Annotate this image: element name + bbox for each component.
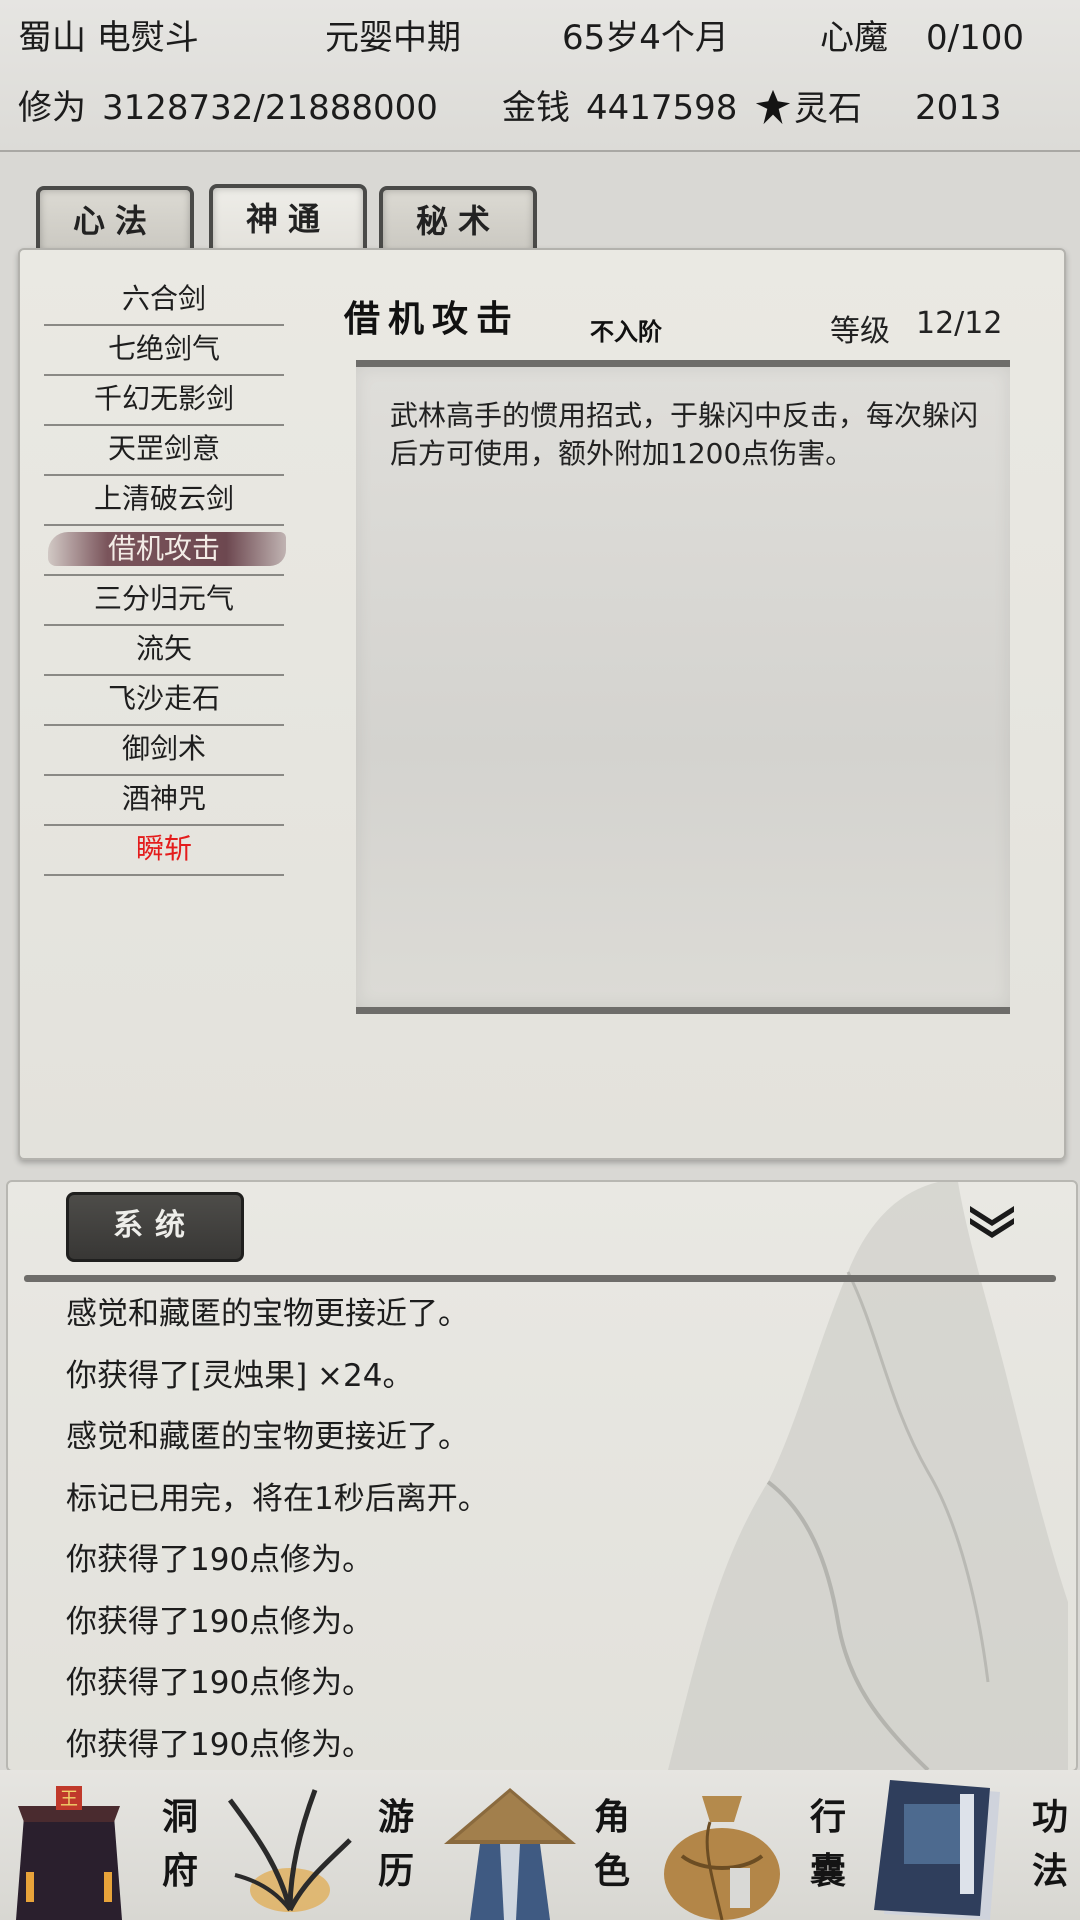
skill-label: 瞬斩 [135,832,192,865]
skill-description-box: 武林高手的惯用招式，于躲闪中反击，每次躲闪后方可使用，额外附加1200点伤害。 [356,360,1010,1014]
nav-label-top: 功 [1031,1796,1068,1838]
log-line: 感觉和藏匿的宝物更接近了。 [66,1419,469,1455]
skill-level-label: 等级 [830,314,890,349]
spirit-stone-label: 灵石 [794,89,862,129]
skill-label: 六合剑 [121,282,206,315]
nav-bag[interactable]: 行 囊 [648,1770,864,1920]
log-list: 感觉和藏匿的宝物更接近了。 你获得了[灵烛果] ×24。 感觉和藏匿的宝物更接近… [66,1284,489,1776]
mountain-ink-background [668,1182,1068,1770]
skill-item[interactable]: 三分归元气 [44,576,284,626]
character-straw-hat-icon [444,1788,576,1920]
cultivation-label: 修为 [18,88,86,128]
nav-label-bottom: 囊 [809,1850,846,1892]
skill-item-special[interactable]: 瞬斩 [44,826,284,876]
skill-item[interactable]: 天罡剑意 [44,426,284,476]
skill-item-selected[interactable]: 借机攻击 [44,526,286,576]
log-divider [24,1275,1056,1282]
nav-label-top: 游 [377,1796,414,1838]
spirit-stone-value: 2013 [915,88,1002,128]
skill-item[interactable]: 七绝剑气 [44,326,284,376]
skill-label: 上清破云剑 [93,482,234,515]
nav-label-bottom: 府 [161,1850,198,1892]
log-line: 你获得了190点修为。 [66,1726,374,1763]
skill-level-value: 12/12 [916,306,1003,341]
skill-item[interactable]: 御剑术 [44,726,284,776]
log-line: 你获得了190点修为。 [66,1542,374,1578]
log-line: 你获得了190点修为。 [66,1665,374,1701]
log-panel: 系统 感觉和藏匿的宝物更接近了。 你获得了[灵烛果] ×24。 感觉和藏匿的宝物… [6,1180,1078,1772]
spirit-stone: 灵石 [754,88,862,129]
skill-label: 酒神咒 [121,782,206,815]
player-location: 蜀山 电熨斗 [18,18,199,58]
skill-book-icon [874,1780,1000,1920]
skill-item[interactable]: 飞沙走石 [44,676,284,726]
svg-text:王: 王 [60,1789,78,1810]
skill-item[interactable]: 六合剑 [44,276,284,326]
tab-mishu[interactable]: 秘术 [379,186,537,256]
bottom-nav: 王 洞 府 游 历 角 色 行 囊 功 法 [0,1770,1080,1920]
skill-item[interactable]: 千幻无影剑 [44,376,284,426]
money-value: 4417598 [586,88,738,128]
skill-label: 天罡剑意 [107,432,220,465]
demon-label: 心魔 [820,18,888,58]
skill-detail-title: 借机攻击 [344,298,521,340]
skill-label: 流矢 [135,632,192,665]
tab-xinfa[interactable]: 心法 [36,186,194,256]
nav-travel[interactable]: 游 历 [216,1770,432,1920]
skill-label: 御剑术 [121,732,206,765]
nav-skills[interactable]: 功 法 [864,1770,1080,1920]
money-label: 金钱 [502,88,570,128]
log-line: 感觉和藏匿的宝物更接近了。 [66,1296,469,1332]
nav-cave-dwelling[interactable]: 王 洞 府 [0,1770,216,1920]
nav-label-top: 角 [593,1796,630,1838]
cave-dwelling-icon: 王 [16,1786,122,1920]
nav-label-bottom: 历 [377,1850,414,1892]
demon-value: 0/100 [926,18,1024,58]
skill-label: 借机攻击 [107,532,220,565]
age-text: 65岁4个月 [562,18,729,58]
skill-list: 六合剑 七绝剑气 千幻无影剑 天罡剑意 上清破云剑 借机攻击 三分归元气 流矢 … [44,276,286,876]
realm-text: 元婴中期 [325,18,461,58]
nav-label-bottom: 法 [1031,1850,1068,1892]
spirit-stone-icon [755,89,791,125]
skill-detail-tier: 不入阶 [590,317,662,346]
double-chevron-down-icon[interactable] [966,1200,1018,1240]
travel-grass-icon [227,1789,352,1912]
nav-label-top: 洞 [161,1796,198,1838]
log-line: 你获得了190点修为。 [66,1603,374,1640]
nav-label-bottom: 色 [593,1850,630,1892]
skill-label: 三分归元气 [93,582,234,615]
skill-label: 飞沙走石 [107,682,220,715]
log-tab-system[interactable]: 系统 [66,1192,244,1262]
tab-shentong[interactable]: 神通 [209,184,367,258]
skill-label: 七绝剑气 [107,332,220,365]
log-line: 你获得了[灵烛果] ×24。 [66,1357,414,1394]
skill-description: 武林高手的惯用招式，于躲闪中反击，每次躲闪后方可使用，额外附加1200点伤害。 [390,399,979,470]
skill-item[interactable]: 酒神咒 [44,776,284,826]
nav-label-top: 行 [809,1796,846,1838]
log-line: 标记已用完，将在1秒后离开。 [66,1480,489,1517]
status-bar: 蜀山 电熨斗 元婴中期 65岁4个月 心魔 0/100 修为 3128732/2… [0,0,1080,152]
cultivation-value: 3128732/21888000 [102,88,438,128]
bag-icon [664,1796,780,1920]
skill-item[interactable]: 上清破云剑 [44,476,284,526]
skill-label: 千幻无影剑 [93,382,234,415]
skill-item[interactable]: 流矢 [44,626,284,676]
nav-character[interactable]: 角 色 [432,1770,648,1920]
